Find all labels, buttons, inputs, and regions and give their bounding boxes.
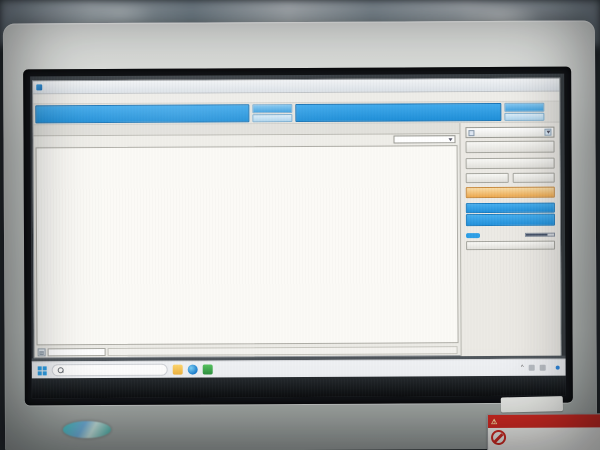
mode-legend-row: [466, 233, 555, 238]
start-button[interactable]: [38, 366, 47, 375]
test-mode-select[interactable]: [465, 127, 554, 138]
browser-icon[interactable]: [188, 365, 198, 375]
position-settings-button[interactable]: [466, 241, 555, 250]
screen-frame: ▤: [23, 67, 573, 406]
start-test-button[interactable]: [466, 141, 555, 153]
test-app-icon[interactable]: [203, 364, 213, 374]
preview-select[interactable]: [393, 135, 455, 143]
notification-dot[interactable]: [556, 366, 560, 370]
force-readout-panel: [35, 104, 249, 123]
position-progress: [525, 233, 555, 237]
mode-indicator: [466, 233, 480, 238]
speed-value: [466, 214, 555, 226]
down-button[interactable]: [512, 173, 555, 183]
displacement-limits: [448, 111, 498, 112]
tray-icon-2[interactable]: [540, 365, 546, 371]
screen-bottom-shadow: [32, 376, 566, 399]
chevron-down-icon: [448, 138, 452, 141]
force-zero-button[interactable]: [252, 104, 292, 113]
prohibition-icon: [491, 430, 506, 445]
pause-button[interactable]: [466, 158, 555, 169]
photo-scene: ▤: [0, 0, 600, 450]
tray-chevron-icon[interactable]: ^: [521, 365, 524, 371]
displacement-button-stack: [504, 103, 544, 121]
chart-area: [36, 145, 459, 345]
file-explorer-icon[interactable]: [173, 365, 183, 375]
screen: ▤: [30, 74, 566, 399]
sample-count-field[interactable]: [48, 348, 106, 356]
combo-arrow-box: [544, 129, 551, 136]
tray-icon-1[interactable]: [529, 365, 535, 371]
mode-icon: [468, 130, 474, 136]
chevron-down-icon: [546, 131, 550, 134]
monitor-bezel: ▤: [3, 20, 597, 450]
force-button-stack: [252, 104, 292, 122]
chart-column: ▤: [33, 123, 460, 361]
warning-sticker: ⚠: [487, 413, 600, 450]
app-window: ▤: [32, 78, 561, 359]
hologram-sticker: [63, 421, 111, 438]
force-calibrate-button[interactable]: [252, 114, 292, 123]
speed-label: [466, 203, 555, 213]
search-icon: [58, 367, 64, 373]
taskbar-search[interactable]: [52, 364, 168, 377]
status-icon: ▤: [38, 348, 46, 356]
warning-header: ⚠: [488, 414, 600, 428]
jog-buttons: [466, 173, 555, 183]
main-row: ▤: [33, 123, 560, 362]
control-sidebar: [459, 123, 560, 360]
displacement-readout-panel: [295, 103, 501, 122]
force-limits: [196, 113, 246, 114]
readout-bar: [33, 102, 559, 126]
displacement-value: [300, 112, 448, 113]
app-icon: [36, 84, 42, 90]
white-sticker: [501, 396, 563, 412]
up-button[interactable]: [466, 173, 509, 183]
force-value: [40, 114, 196, 115]
waveform-chart: [37, 146, 458, 344]
disp-zero-button[interactable]: [504, 103, 544, 112]
disp-tare-button[interactable]: [504, 112, 544, 121]
warning-body: [488, 427, 600, 447]
warning-triangle-icon: ⚠: [491, 417, 498, 425]
status-strip: [108, 346, 458, 356]
taskbar: ^: [32, 359, 566, 379]
stop-button[interactable]: [466, 187, 555, 198]
